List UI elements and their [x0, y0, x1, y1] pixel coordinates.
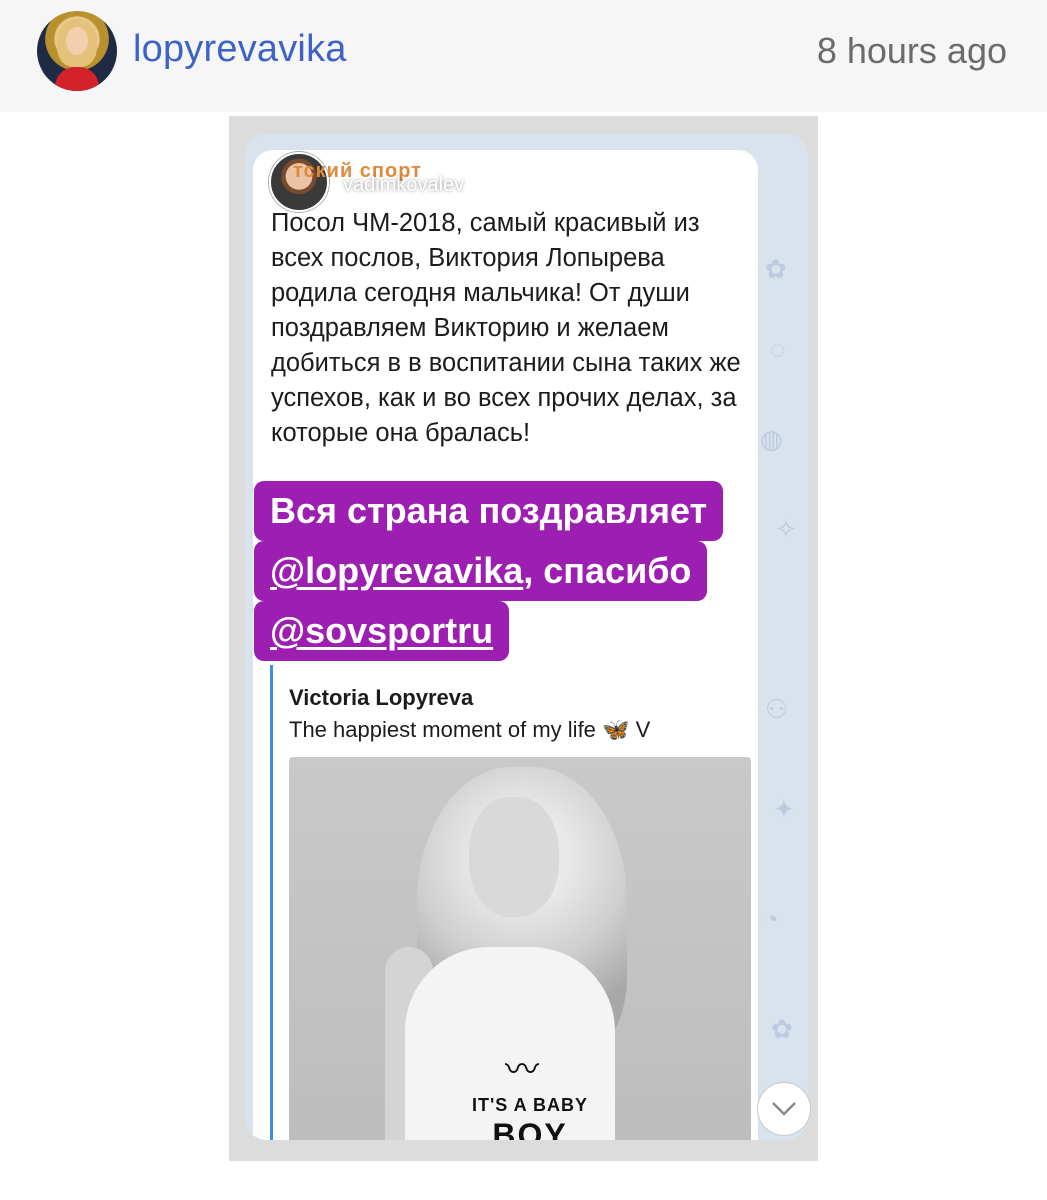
sticker-thanks: , спасибо	[523, 550, 692, 591]
butterfly-icon: 🦋	[602, 717, 630, 742]
reply-author: Victoria Lopyreva	[289, 685, 474, 710]
post-header: lopyrevavika 8 hours ago	[0, 0, 1047, 112]
scroll-down-button[interactable]	[757, 1082, 811, 1136]
story-frame: ✿ ◌ ◍ ✧ ⚇ ✦ ◔ ✿ тский спорт vadimkovalev…	[229, 116, 818, 1161]
doodle-icon: ✦	[773, 794, 795, 824]
timestamp: 8 hours ago	[816, 30, 1007, 71]
user-avatar[interactable]	[37, 11, 117, 91]
sticker-line-3: @sovsportru	[254, 601, 510, 661]
doodle-icon: ✿	[765, 254, 787, 284]
message-text: Посол ЧМ-2018, самый красивый из всех по…	[271, 209, 741, 447]
reply-caption: The happiest moment of my life 🦋 V	[289, 717, 650, 743]
doodle-icon: ◌	[770, 334, 786, 364]
chevron-down-icon	[772, 1102, 796, 1116]
shirt-text-line2: BOY	[492, 1117, 568, 1140]
reply-card[interactable]: Victoria Lopyreva The happiest moment of…	[270, 665, 773, 1140]
avatar-dress	[55, 67, 99, 91]
story-sticker: Вся страна поздравляет @lopyrevavika, сп…	[254, 481, 814, 661]
username-link[interactable]: lopyrevavika	[133, 28, 347, 71]
sticker-line-1: Вся страна поздравляет	[254, 481, 724, 541]
photo-face	[469, 797, 559, 917]
shirt-text-line1: IT'S A BABY	[472, 1095, 588, 1115]
reply-caption-text: The happiest moment of my life	[289, 717, 596, 742]
sticker-line-2: @lopyrevavika, спасибо	[254, 541, 708, 601]
mustache-icon: 〰	[505, 1051, 539, 1089]
story-mention-username[interactable]: vadimkovalev	[343, 174, 464, 197]
doodle-icon: ◍	[760, 424, 783, 454]
doodle-icon: ✿	[771, 1014, 793, 1044]
mention-lopyrevavika[interactable]: @lopyrevavika	[270, 550, 523, 591]
reply-photo[interactable]: 〰 IT'S A BABY BOY	[289, 757, 751, 1140]
reply-caption-suffix: V	[635, 717, 651, 742]
avatar-face	[66, 27, 88, 55]
mention-sovsportru[interactable]: @sovsportru	[270, 610, 493, 651]
